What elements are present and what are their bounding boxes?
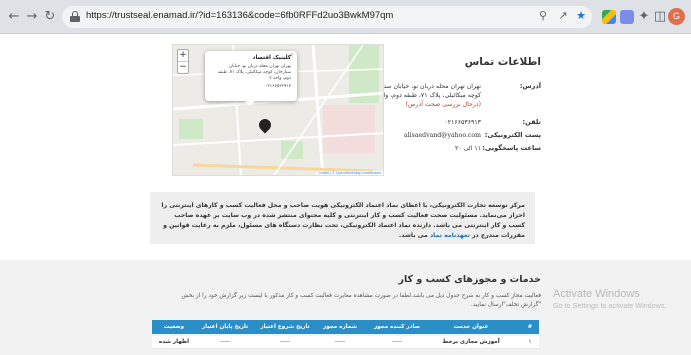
popup-phone: ۰۲۱۶۶۵۳۶۹۱۳	[265, 84, 291, 89]
close-icon[interactable]: ×	[289, 52, 294, 59]
row-end: -----	[219, 339, 231, 345]
share-icon[interactable]: ↗	[556, 9, 570, 22]
row-service: آموزش مجازی برخط	[442, 339, 500, 345]
zoom-in-button[interactable]: +	[178, 50, 188, 62]
row-license: -----	[334, 339, 346, 345]
activate-windows-watermark: Activate Windows Go to Settings to activ…	[553, 288, 666, 310]
notice-text: مرکز توسعه تجارت الکترونیکی، با اعطای نم…	[161, 202, 525, 239]
row-status: اظهار شده	[158, 339, 190, 345]
column-header-license: شماره مجوز	[322, 324, 358, 330]
popup-title: کلینیک اقتصاد	[252, 55, 291, 61]
address-bar[interactable]: https://trustseal.enamad.ir/?id=163136&c…	[62, 6, 592, 28]
zoom-icon[interactable]: ⚲	[536, 9, 550, 22]
zoom-out-button[interactable]: −	[178, 62, 188, 73]
map-popup: × کلینیک اقتصاد تهران تهران محله دربان ن…	[205, 51, 297, 106]
phone-label: تلفن:	[522, 118, 541, 126]
contact-title: اطلاعات تماس	[464, 56, 541, 68]
bookmark-star-icon[interactable]: ★	[574, 9, 588, 22]
location-map[interactable]: + − × کلینیک اقتصاد تهران تهران محله درب…	[172, 44, 384, 176]
column-header-status: وضعیت	[163, 324, 185, 330]
avatar[interactable]: G	[668, 8, 685, 25]
services-description: فعالیت مجاز کسب و کار به شرح جدول ذیل می…	[181, 293, 541, 308]
services-table-header: # عنوان خدمت صادر کننده مجوز شماره مجوز …	[152, 320, 539, 334]
hours-label: ساعت پاسخگویی:	[482, 144, 541, 152]
popup-tip	[245, 101, 255, 106]
row-issuer: -----	[391, 339, 403, 345]
map-attribution[interactable]: Leaflet | © OpenStreetMap contributors	[316, 171, 383, 175]
browser-toolbar: ← → ↻ https://trustseal.enamad.ir/?id=16…	[0, 0, 691, 34]
trust-notice: مرکز توسعه تجارت الکترونیکی، با اعطای نم…	[150, 192, 535, 244]
reload-icon[interactable]: ↻	[42, 9, 58, 25]
column-header-end: تاریخ پایان اعتبار	[201, 324, 249, 330]
email-label: پست الکترونیکی:	[484, 131, 541, 139]
watermark-title: Activate Windows	[553, 288, 640, 300]
commitment-link[interactable]: تعهدنامه نماد	[430, 232, 470, 239]
url-text[interactable]: https://trustseal.enamad.ir/?id=163136&c…	[86, 10, 393, 21]
side-panel-icon[interactable]: ◫	[652, 9, 668, 25]
notice-text-end: می باشد.	[398, 232, 428, 239]
column-header-issuer: صادر کننده مجوز	[373, 324, 421, 330]
extension-icon[interactable]	[620, 10, 634, 24]
lock-icon[interactable]	[70, 11, 80, 22]
table-row: ۱ آموزش مجازی برخط ----- ----- ----- ---…	[152, 336, 539, 349]
address-label: آدرس:	[519, 82, 541, 90]
row-num: ۱	[528, 339, 532, 345]
column-header-start: تاریخ شروع اعتبار	[260, 324, 310, 330]
address-check-link[interactable]: (درحال بررسی صحت آدرس)	[406, 101, 481, 108]
back-icon[interactable]: ←	[6, 9, 22, 25]
extension-icon[interactable]	[602, 10, 616, 24]
row-start: -----	[279, 339, 291, 345]
column-header-service: عنوان خدمت	[453, 324, 489, 330]
forward-icon[interactable]: →	[24, 9, 40, 25]
popup-address: تهران تهران محله دربان نو، خیابان ستارخا…	[217, 64, 291, 81]
column-header-num: #	[527, 324, 533, 330]
address-text: تهران تهران محله دربان نو، خیابان ستارخا…	[367, 83, 481, 99]
services-title: خدمات و مجوزهای کسب و کار	[398, 274, 542, 285]
watermark-subtitle: Go to Settings to activate Windows.	[553, 301, 667, 310]
puzzle-icon[interactable]: ✦	[636, 9, 652, 25]
zoom-controls: + −	[177, 49, 189, 74]
